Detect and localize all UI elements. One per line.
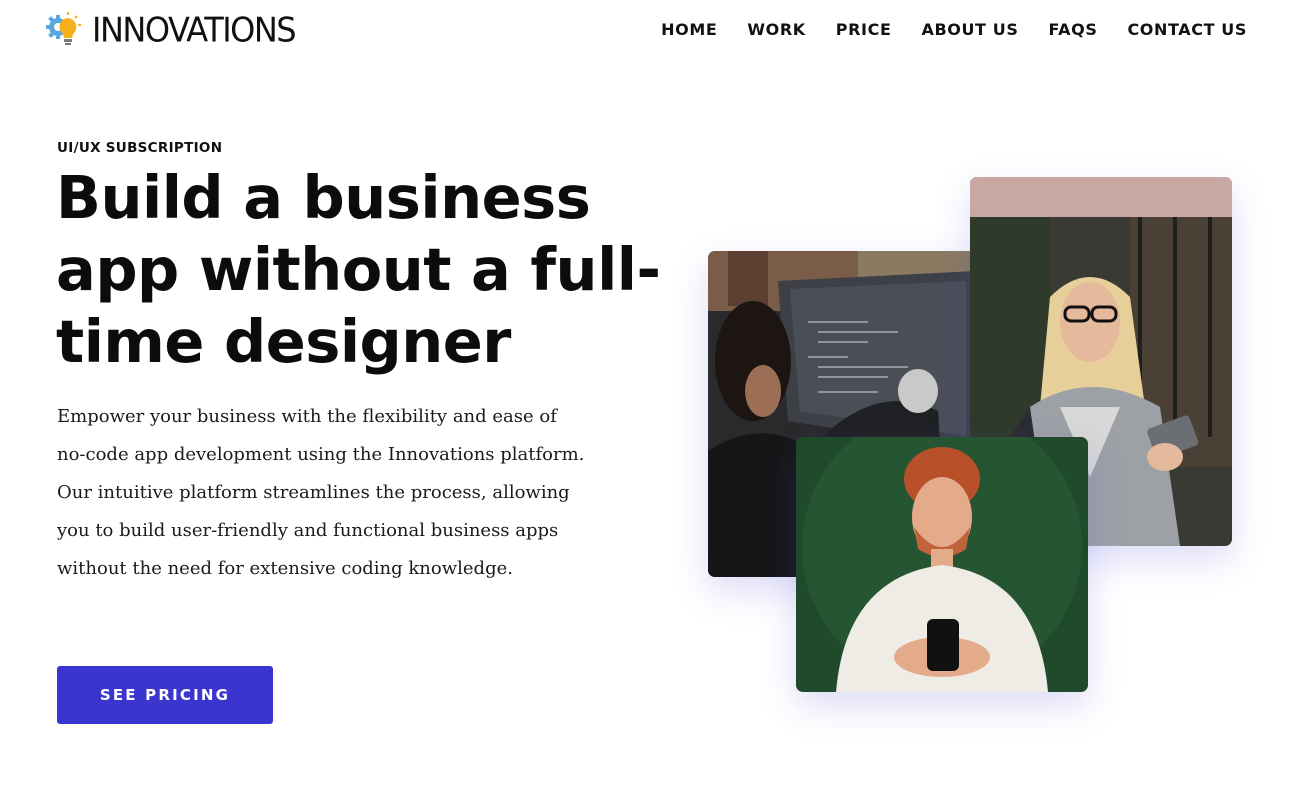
nav-about-us[interactable]: ABOUT US (921, 19, 1018, 41)
nav-faqs[interactable]: FAQS (1048, 19, 1097, 41)
nav-price[interactable]: PRICE (836, 19, 892, 41)
lightbulb-gear-icon (46, 10, 86, 50)
nav-home[interactable]: HOME (661, 19, 717, 41)
see-pricing-button[interactable]: SEE PRICING (57, 666, 273, 724)
site-header: INNOVATIONS HOME WORK PRICE ABOUT US FAQ… (0, 0, 1303, 60)
brand-name: INNOVATIONS (92, 10, 297, 50)
nav-work[interactable]: WORK (747, 19, 805, 41)
nav-contact-us[interactable]: CONTACT US (1127, 19, 1247, 41)
hero-headline: Build a business app without a full-time… (56, 163, 661, 376)
man-with-phone-photo (796, 437, 1088, 692)
hero-description: Empower your business with the flexibili… (57, 406, 585, 579)
hero-eyebrow: UI/UX SUBSCRIPTION (57, 140, 223, 156)
brand-logo[interactable]: INNOVATIONS (46, 10, 297, 50)
main-nav: HOME WORK PRICE ABOUT US FAQS CONTACT US (661, 19, 1247, 41)
